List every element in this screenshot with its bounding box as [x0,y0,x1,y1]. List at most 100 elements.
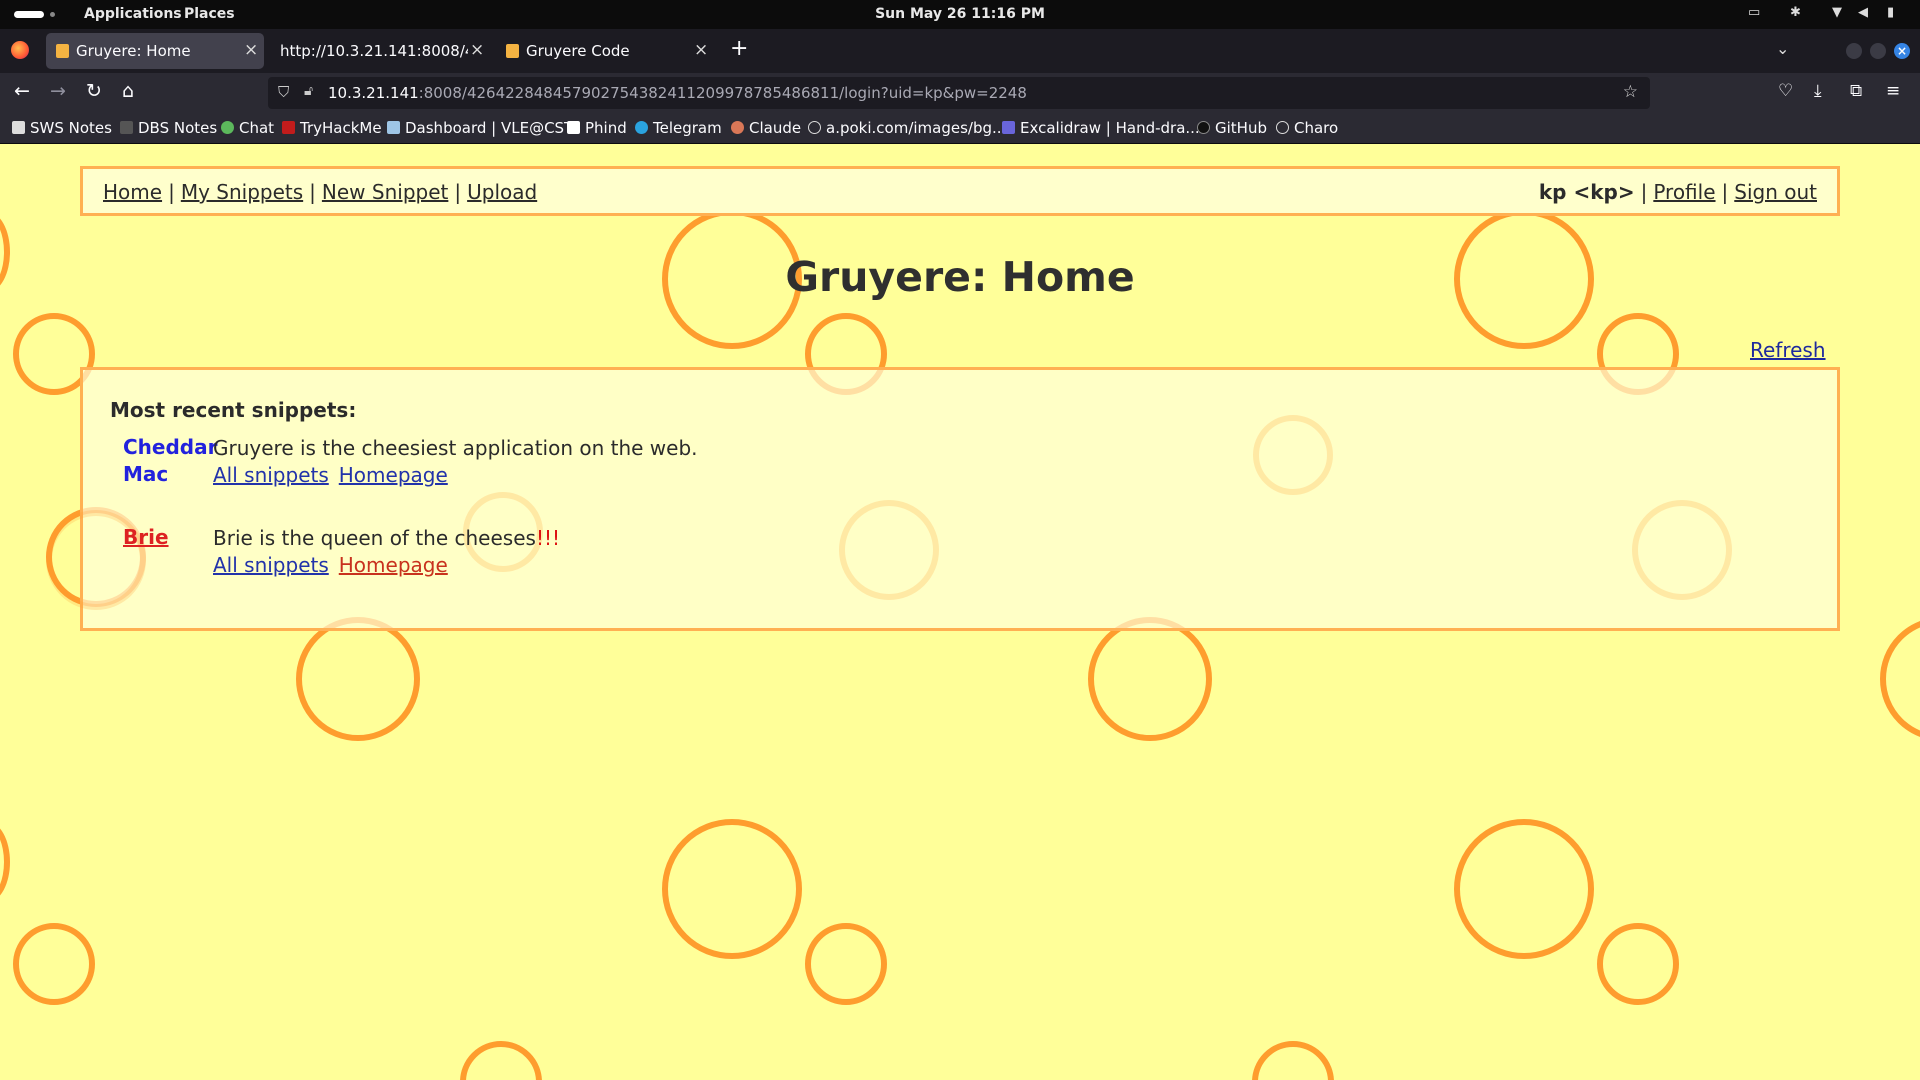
cheese-hole-decoration [1253,415,1333,495]
nav-upload-link[interactable]: Upload [467,180,537,204]
downloads-icon[interactable]: ⤓ [1814,81,1822,101]
excalidraw-icon [1002,121,1015,134]
chat-icon [221,121,234,134]
cheese-hole-decoration [1632,500,1732,600]
cheese-hole-decoration [1454,819,1594,959]
insecure-lock-icon[interactable]: 🔓︎ [304,83,313,99]
profile-link[interactable]: Profile [1653,180,1715,204]
claude-icon [731,121,744,134]
phind-icon [567,121,580,134]
close-tab-icon[interactable]: × [244,40,258,60]
notes-icon [120,121,133,134]
bookmark-telegram[interactable]: Telegram [635,119,722,137]
bookmark-star-icon[interactable]: ☆ [1623,82,1638,102]
extensions-icon[interactable]: ⧉ [1850,81,1862,101]
notes-icon [12,121,25,134]
separator: | [1640,180,1648,204]
telegram-icon [635,121,648,134]
bookmark-dbs-notes[interactable]: DBS Notes [120,119,217,137]
hamburger-menu-icon[interactable]: ≡ [1886,81,1900,101]
forward-icon[interactable]: → [50,80,66,102]
bookmark-chat[interactable]: Chat [221,119,274,137]
back-icon[interactable]: ← [14,80,30,102]
cheese-hole-decoration [1880,617,1920,741]
close-tab-icon[interactable]: × [694,40,708,60]
snippet-author: Cheddar Mac [123,435,218,486]
separator: | [168,180,175,204]
bluetooth-icon[interactable]: ✱ [1790,5,1801,20]
cheese-hole-decoration [13,923,95,1005]
homepage-link[interactable]: Homepage [339,463,448,487]
separator: | [454,180,462,204]
bookmark-charo[interactable]: Charo [1276,119,1338,137]
cheese-hole-decoration [1252,1041,1334,1080]
cheese-hole-decoration [805,923,887,1005]
all-snippets-link[interactable]: All snippets [213,553,329,577]
bookmarks-toolbar: SWS Notes DBS Notes Chat TryHackMe Dashb… [0,113,1920,144]
bookmark-excalidraw[interactable]: Excalidraw | Hand-dra... [1002,119,1200,137]
separator: | [1721,180,1729,204]
cheese-hole-decoration [460,1041,542,1080]
gruyere-favicon-icon [56,44,69,58]
os-top-bar: Applications Places Sun May 26 11:16 PM … [0,0,1920,29]
chevron-down-icon[interactable]: ⌄ [1776,39,1789,58]
tracking-shield-icon[interactable]: ⛉ [278,83,289,101]
close-tab-icon[interactable]: × [470,40,484,60]
url-bar[interactable]: ⛉ 🔓︎ 10.3.21.141:8008/426422848457902754… [268,77,1650,109]
globe-icon [1276,121,1289,134]
cheese-hole-decoration [1597,923,1679,1005]
cheese-hole-decoration [839,500,939,600]
bookmark-tryhackme[interactable]: TryHackMe [282,119,382,137]
section-title: Most recent snippets: [110,398,357,422]
new-tab-icon[interactable]: + [730,36,748,61]
tab-gruyere-code[interactable]: Gruyere Code × [496,33,714,69]
close-window-button[interactable]: × [1894,43,1910,59]
github-icon [1197,121,1210,134]
tab-gruyere-home[interactable]: Gruyere: Home × [46,33,264,69]
home-icon[interactable]: ⌂ [122,80,134,102]
bookmark-claude[interactable]: Claude [731,119,801,137]
homepage-link[interactable]: Homepage [339,553,448,577]
clock[interactable]: Sun May 26 11:16 PM [0,6,1920,22]
nav-home-link[interactable]: Home [103,180,162,204]
gruyere-favicon-icon [506,44,519,58]
pocket-icon[interactable]: ♡ [1778,81,1793,101]
cheese-hole-decoration [662,819,802,959]
recent-snippets-box: Most recent snippets: Cheddar Mac Gruyer… [46,367,1840,631]
bookmark-poki[interactable]: a.poki.com/images/bg... [808,119,1006,137]
nav-new-snippet-link[interactable]: New Snippet [322,180,448,204]
bookmark-sws-notes[interactable]: SWS Notes [12,119,112,137]
tab-title: Gruyere: Home [76,42,191,60]
tab-url[interactable]: http://10.3.21.141:8008/426 × [270,33,488,69]
page-title: Gruyere: Home [785,253,1135,301]
bookmark-dashboard-vle[interactable]: Dashboard | VLE@CST [387,119,573,137]
tab-title: http://10.3.21.141:8008/426 [280,42,468,60]
minimize-button[interactable] [1846,43,1862,59]
tab-title: Gruyere Code [526,42,630,60]
tryhackme-icon [282,121,295,134]
reload-icon[interactable]: ↻ [86,80,102,102]
screen-icon[interactable]: ▭ [1748,5,1760,20]
navigation-toolbar: ← → ↻ ⌂ ⛉ 🔓︎ 10.3.21.141:8008/4264228484… [0,73,1920,113]
url-text[interactable]: 10.3.21.141:8008/42642284845790275438241… [328,84,1027,102]
nav-my-snippets-link[interactable]: My Snippets [181,180,303,204]
snippet-links: All snippets Homepage [213,463,458,487]
firefox-icon[interactable] [11,41,29,59]
refresh-link[interactable]: Refresh [1750,338,1826,362]
all-snippets-link[interactable]: All snippets [213,463,329,487]
sign-out-link[interactable]: Sign out [1734,180,1817,204]
bookmark-github[interactable]: GitHub [1197,119,1267,137]
gruyere-page: Home | My Snippets | New Snippet | Upload kp <… [0,145,1920,1080]
gruyere-menubar: Home | My Snippets | New Snippet | Upload kp <… [80,166,1840,216]
current-user: kp <kp> [1538,180,1635,204]
maximize-button[interactable] [1870,43,1886,59]
cheese-hole-decoration [0,822,10,902]
wifi-icon[interactable]: ▼ [1832,5,1842,20]
snippet-author-link[interactable]: Brie [123,524,169,551]
battery-icon[interactable]: ▮ [1887,5,1894,20]
volume-icon[interactable]: ◀ [1858,5,1868,20]
tab-strip: Gruyere: Home × http://10.3.21.141:8008/… [0,29,1920,73]
bookmark-phind[interactable]: Phind [567,119,627,137]
cheese-hole-decoration [1088,617,1212,741]
snippet-text: Brie is the queen of the cheeses!!! [213,526,560,550]
